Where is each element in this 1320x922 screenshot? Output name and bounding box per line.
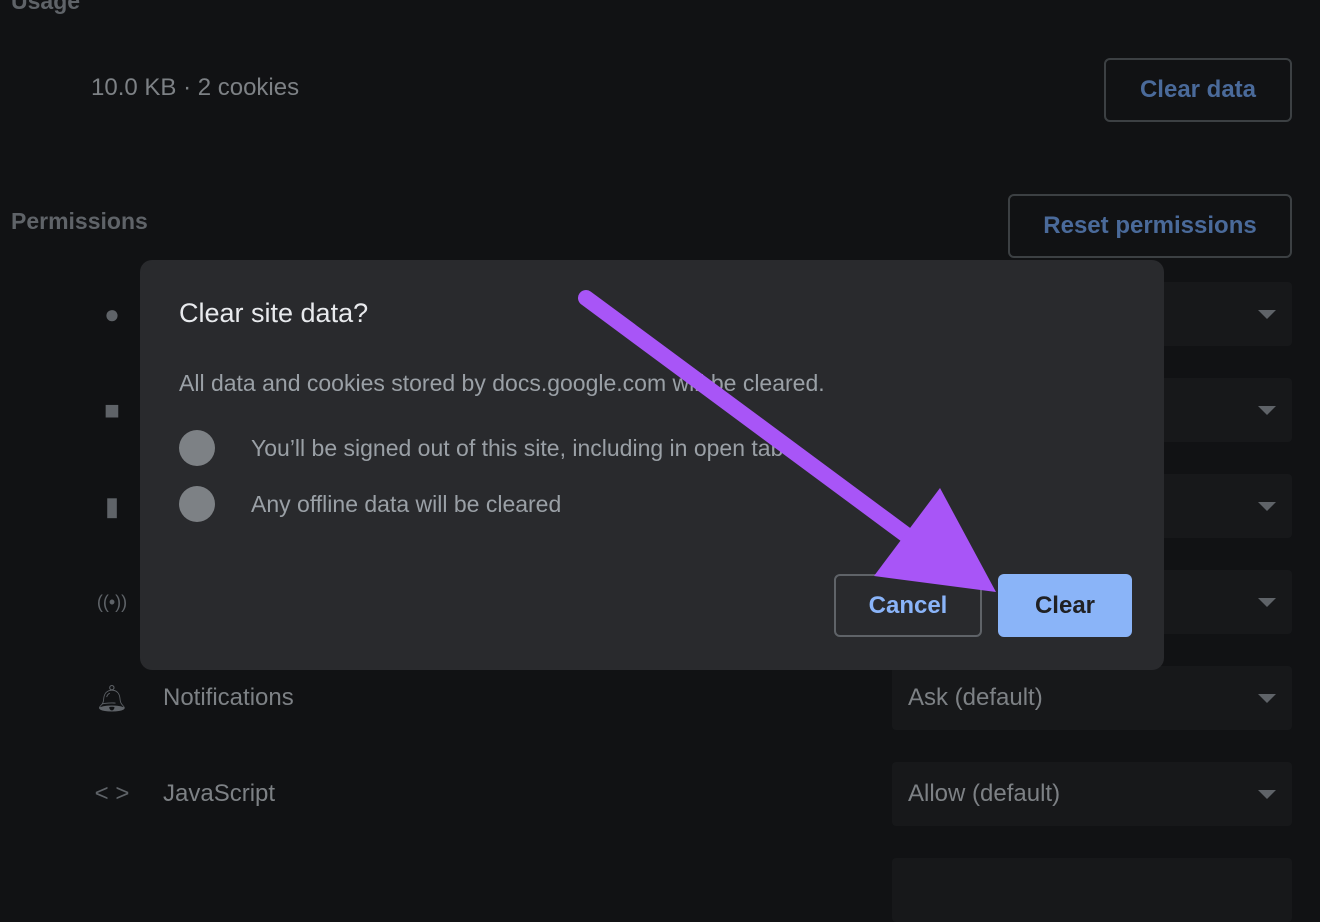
annotation-arrow	[578, 290, 996, 592]
arrow-shaft	[578, 290, 948, 568]
arrow-head	[874, 488, 996, 592]
next-dropdown[interactable]	[892, 858, 1292, 922]
